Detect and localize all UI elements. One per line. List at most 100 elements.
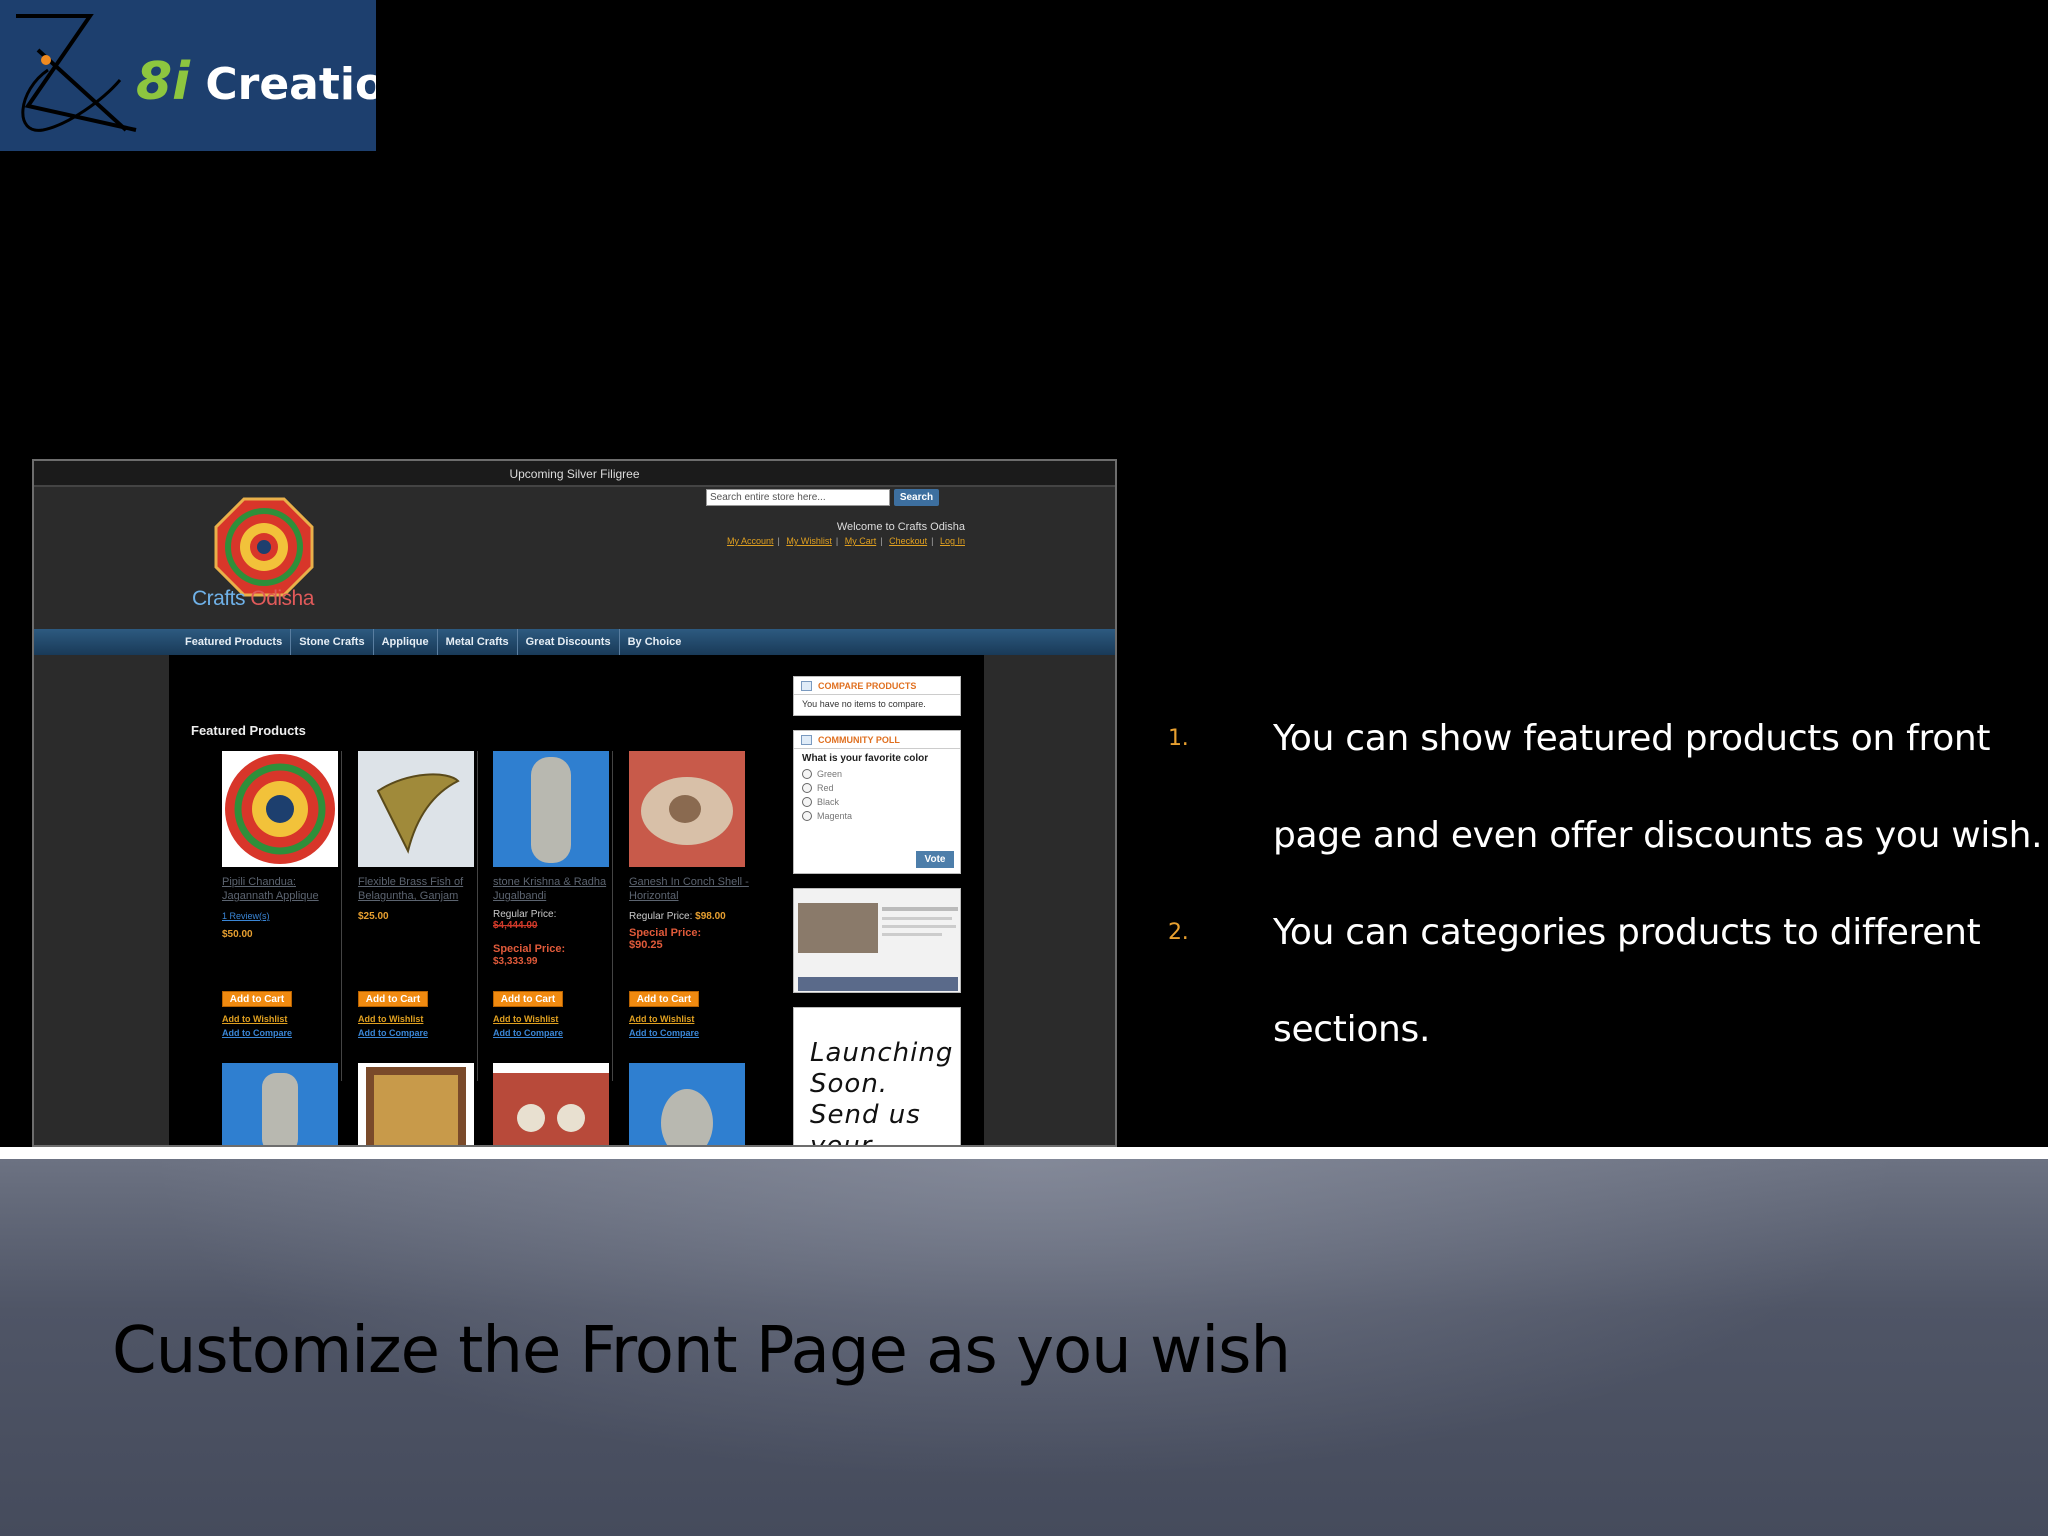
poll-option-magenta[interactable]: Magenta [802, 811, 952, 821]
bullet-number: 1. [1168, 726, 1189, 751]
brand-word: Creations [205, 59, 376, 110]
logo-word-crafts: Crafts [192, 587, 246, 610]
product-image[interactable] [629, 1063, 745, 1145]
regular-price-label: Regular Price: [629, 911, 693, 922]
poll-option-label: Black [817, 797, 840, 807]
nav-applique[interactable]: Applique [374, 629, 438, 655]
bullet-text: You can show featured products on front … [1273, 718, 2043, 856]
store-content: Featured Products Pipili Chandua: Jagann… [169, 655, 984, 1145]
product-card: Ganesh In Conch Shell - Horizontal Regul… [600, 751, 749, 1081]
radio-icon[interactable] [802, 783, 812, 793]
slide-title: Customize the Front Page as you wish [112, 1314, 1291, 1388]
radio-icon[interactable] [802, 811, 812, 821]
product-price: $25.00 [358, 911, 389, 922]
poll-option-black[interactable]: Black [802, 797, 952, 807]
vote-button[interactable]: Vote [916, 851, 954, 868]
poll-option-green[interactable]: Green [802, 769, 952, 779]
add-to-cart-button[interactable]: Add to Cart [629, 991, 699, 1007]
poll-title-text: COMMUNITY POLL [818, 735, 900, 745]
nav-metal-crafts[interactable]: Metal Crafts [438, 629, 518, 655]
brand-wordmark: 8i Creations [136, 52, 376, 112]
special-price-value: $90.25 [629, 939, 663, 951]
product-image[interactable] [222, 1063, 338, 1145]
add-to-compare-link[interactable]: Add to Compare [493, 1028, 563, 1038]
title-divider [0, 1147, 2048, 1159]
store-screenshot: Upcoming Silver Filigree Crafts Odisha S… [32, 459, 1117, 1147]
nav-featured-products[interactable]: Featured Products [177, 629, 292, 655]
crafts-odisha-wordmark: Crafts Odisha [192, 587, 314, 611]
compare-widget-title: COMPARE PRODUCTS [794, 677, 960, 695]
regular-price-label: Regular Price: [493, 909, 557, 920]
add-to-compare-link[interactable]: Add to Compare [629, 1028, 699, 1038]
radio-icon[interactable] [802, 769, 812, 779]
logo-word-odisha: Odisha [250, 587, 314, 610]
store-header: Crafts Odisha Search entire store here..… [34, 487, 1115, 629]
hourglass-logo-icon [16, 14, 137, 132]
poll-option-label: Red [817, 783, 834, 793]
nav-great-discounts[interactable]: Great Discounts [518, 629, 620, 655]
product-image[interactable] [493, 751, 609, 867]
compare-widget-text: You have no items to compare. [802, 699, 926, 709]
product-special-price: Special Price: $3,333.99 [493, 943, 565, 967]
product-image[interactable] [493, 1063, 609, 1145]
compare-products-widget: COMPARE PRODUCTS You have no items to co… [793, 676, 961, 716]
community-poll-widget: COMMUNITY POLL What is your favorite col… [793, 730, 961, 874]
my-cart-link[interactable]: My Cart [845, 536, 877, 546]
product-special-price: Special Price: $90.25 [629, 927, 735, 951]
product-card: Flexible Brass Fish of Belaguntha, Ganja… [329, 751, 478, 1081]
compare-title-text: COMPARE PRODUCTS [818, 681, 917, 691]
poll-option-label: Green [817, 769, 843, 779]
poll-widget-title: COMMUNITY POLL [794, 731, 960, 749]
nav-by-choice[interactable]: By Choice [620, 629, 690, 655]
launching-soon-banner: Launching Soon. Send us your feedback [793, 1007, 961, 1145]
product-card: stone Krishna & Radha Jugalbandi Regular… [464, 751, 613, 1081]
compare-icon [801, 681, 812, 691]
product-card: Pipili Chandua: Jagannath Applique 1 Rev… [193, 751, 342, 1081]
my-account-link[interactable]: My Account [727, 536, 774, 546]
poll-icon [801, 735, 812, 745]
add-to-cart-button[interactable]: Add to Cart [222, 991, 292, 1007]
bullet-number: 2. [1168, 920, 1189, 945]
add-to-wishlist-link[interactable]: Add to Wishlist [222, 1014, 287, 1024]
regular-price-value: $98.00 [695, 911, 726, 922]
log-in-link[interactable]: Log In [940, 536, 965, 546]
product-image[interactable] [629, 751, 745, 867]
add-to-wishlist-link[interactable]: Add to Wishlist [629, 1014, 694, 1024]
store-top-banner: Upcoming Silver Filigree [34, 461, 1115, 487]
add-to-wishlist-link[interactable]: Add to Wishlist [493, 1014, 558, 1024]
product-regular-price: Regular Price: $98.00 [629, 911, 726, 922]
checkout-link[interactable]: Checkout [889, 536, 927, 546]
brand-number: 8i [136, 52, 191, 112]
store-search-button[interactable]: Search [894, 489, 939, 506]
bullet-text: You can categories products to different… [1273, 912, 1981, 1050]
product-image[interactable] [222, 751, 338, 867]
product-image[interactable] [358, 1063, 474, 1145]
my-wishlist-link[interactable]: My Wishlist [786, 536, 832, 546]
add-to-cart-button[interactable]: Add to Cart [493, 991, 563, 1007]
poll-option-label: Magenta [817, 811, 853, 821]
store-nav-bar: Featured Products Stone Crafts Applique … [34, 629, 1115, 655]
account-links: My Account | My Wishlist | My Cart | Checko… [726, 536, 965, 546]
product-price: $50.00 [222, 929, 253, 940]
regular-price-value: $4,444.00 [493, 920, 538, 931]
product-reviews-link[interactable]: 1 Review(s) [222, 911, 270, 921]
add-to-compare-link[interactable]: Add to Compare [222, 1028, 292, 1038]
title-band: Customize the Front Page as you wish [0, 1159, 2048, 1536]
nav-stone-crafts[interactable]: Stone Crafts [291, 629, 374, 655]
poll-option-red[interactable]: Red [802, 783, 952, 793]
store-welcome-text: Welcome to Crafts Odisha [836, 521, 965, 533]
video-thumbnail[interactable] [793, 888, 961, 993]
bullet-item: 1. You can show featured products on fro… [1168, 690, 2048, 884]
special-price-label: Special Price: [493, 943, 566, 955]
special-price-label: Special Price: [629, 927, 702, 939]
store-search-input[interactable]: Search entire store here... [706, 489, 890, 506]
bullet-item: 2. You can categories products to differ… [1168, 884, 2048, 1078]
bullet-list: 1. You can show featured products on fro… [1168, 690, 2048, 1078]
add-to-wishlist-link[interactable]: Add to Wishlist [358, 1014, 423, 1024]
product-name-link[interactable]: Ganesh In Conch Shell - Horizontal [629, 875, 754, 903]
special-price-value: $3,333.99 [493, 956, 538, 967]
radio-icon[interactable] [802, 797, 812, 807]
product-image[interactable] [358, 751, 474, 867]
add-to-compare-link[interactable]: Add to Compare [358, 1028, 428, 1038]
add-to-cart-button[interactable]: Add to Cart [358, 991, 428, 1007]
